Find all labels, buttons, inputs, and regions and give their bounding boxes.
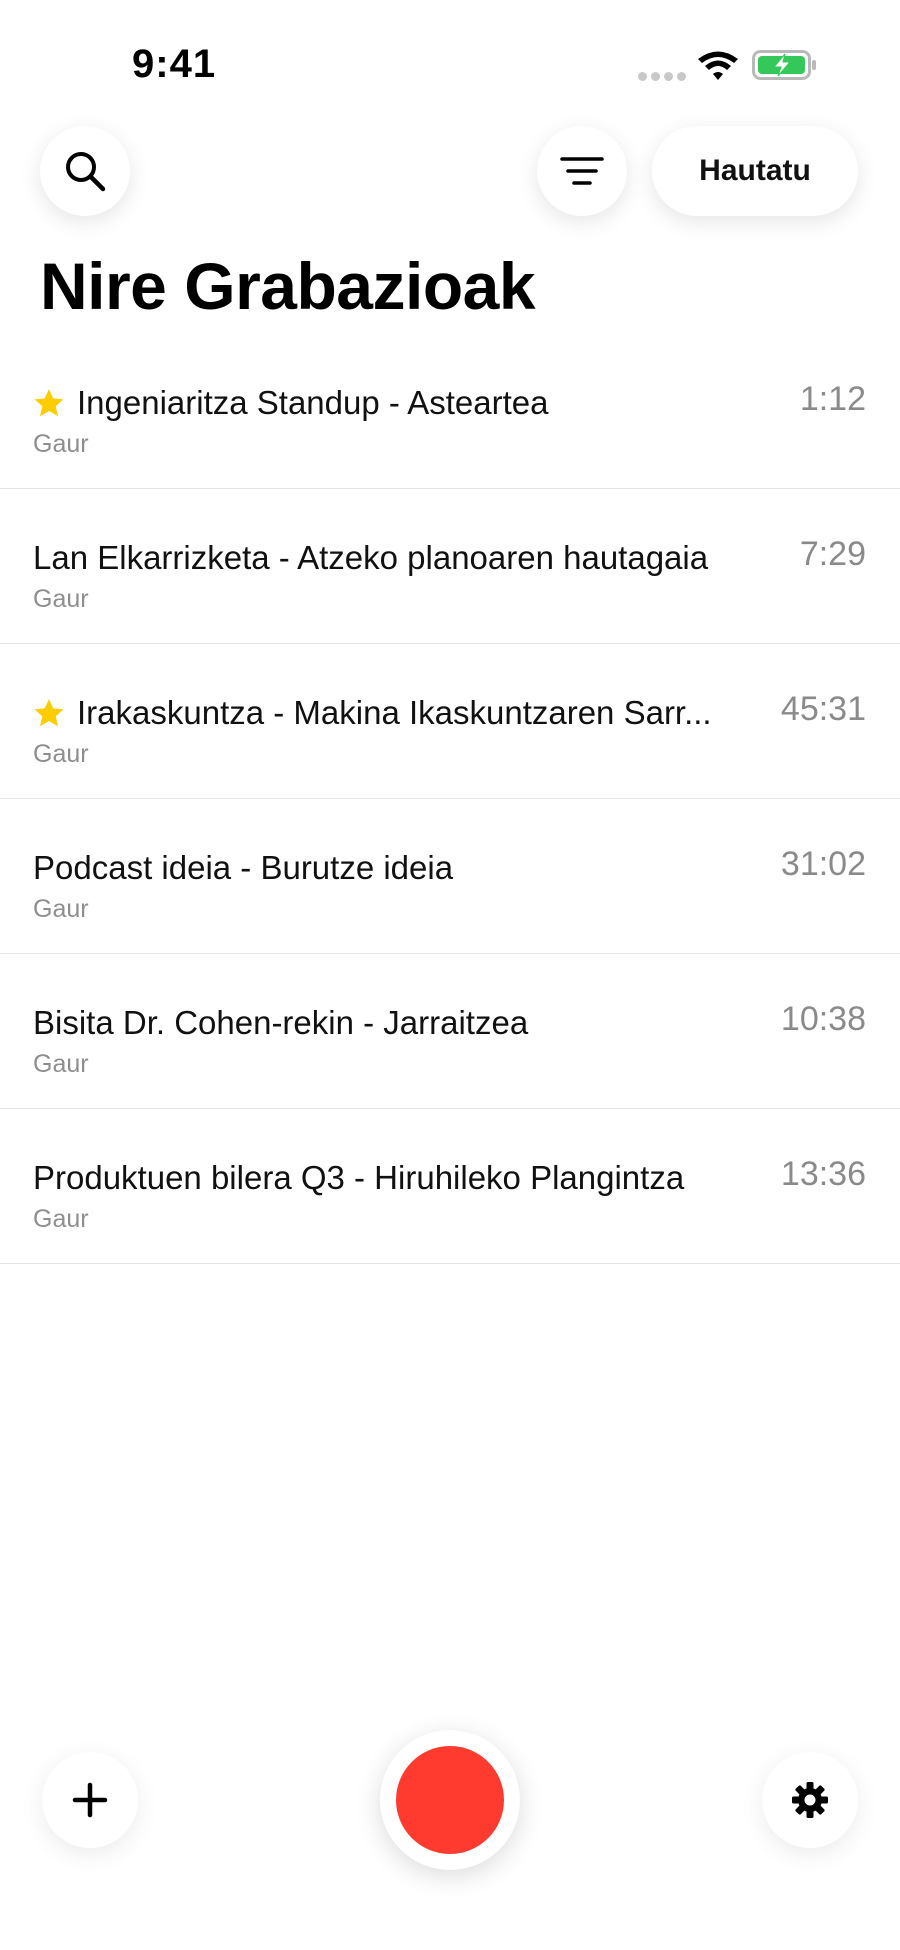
settings-button[interactable] — [762, 1752, 858, 1848]
filter-button[interactable] — [537, 126, 627, 216]
recording-duration: 31:02 — [780, 845, 866, 883]
filter-icon — [560, 157, 604, 185]
star-icon — [34, 699, 64, 727]
status-bar: 9:41 — [0, 0, 900, 130]
recording-row[interactable]: Ingeniaritza Standup - Asteartea Gaur 1:… — [0, 334, 900, 489]
recording-title: Bisita Dr. Cohen-rekin - Jarraitzea — [33, 1004, 529, 1041]
recording-row[interactable]: Produktuen bilera Q3 - Hiruhileko Plangi… — [0, 1109, 900, 1264]
page-title: Nire Grabazioak — [40, 249, 536, 323]
recording-date: Gaur — [33, 1050, 89, 1078]
recording-title: Irakaskuntza - Makina Ikaskuntzaren Sarr… — [77, 694, 712, 731]
status-time: 9:41 — [132, 42, 217, 86]
battery-charging-icon — [752, 50, 816, 80]
select-button[interactable]: Hautatu — [652, 126, 858, 216]
recording-date: Gaur — [33, 585, 89, 613]
recording-duration: 45:31 — [780, 690, 866, 728]
recording-date: Gaur — [33, 740, 89, 768]
recording-date: Gaur — [33, 895, 89, 923]
recording-date: Gaur — [33, 1205, 89, 1233]
wifi-icon — [698, 51, 738, 80]
recording-title: Lan Elkarrizketa - Atzeko planoaren haut… — [33, 539, 709, 576]
gear-icon — [792, 1782, 828, 1818]
recordings-list: Ingeniaritza Standup - Asteartea Gaur 1:… — [0, 334, 900, 1264]
recording-row[interactable]: Podcast ideia - Burutze ideia Gaur 31:02 — [0, 799, 900, 954]
recording-row[interactable]: Bisita Dr. Cohen-rekin - Jarraitzea Gaur… — [0, 954, 900, 1109]
recording-row[interactable]: Lan Elkarrizketa - Atzeko planoaren haut… — [0, 489, 900, 644]
recording-row[interactable]: Irakaskuntza - Makina Ikaskuntzaren Sarr… — [0, 644, 900, 799]
record-button[interactable] — [380, 1730, 520, 1870]
search-button[interactable] — [40, 126, 130, 216]
recording-title: Podcast ideia - Burutze ideia — [33, 849, 454, 886]
record-dot-icon — [396, 1746, 504, 1854]
star-icon — [34, 389, 64, 417]
recording-duration: 10:38 — [780, 1000, 866, 1038]
recording-duration: 1:12 — [799, 380, 866, 418]
recording-date: Gaur — [33, 430, 89, 458]
recording-title: Produktuen bilera Q3 - Hiruhileko Plangi… — [33, 1159, 685, 1196]
cellular-signal-icon — [638, 72, 686, 82]
recording-title: Ingeniaritza Standup - Asteartea — [77, 384, 549, 421]
recording-duration: 7:29 — [799, 535, 866, 573]
plus-icon — [72, 1782, 108, 1818]
search-icon — [66, 152, 106, 192]
add-recording-button[interactable] — [42, 1752, 138, 1848]
recording-duration: 13:36 — [780, 1155, 866, 1193]
